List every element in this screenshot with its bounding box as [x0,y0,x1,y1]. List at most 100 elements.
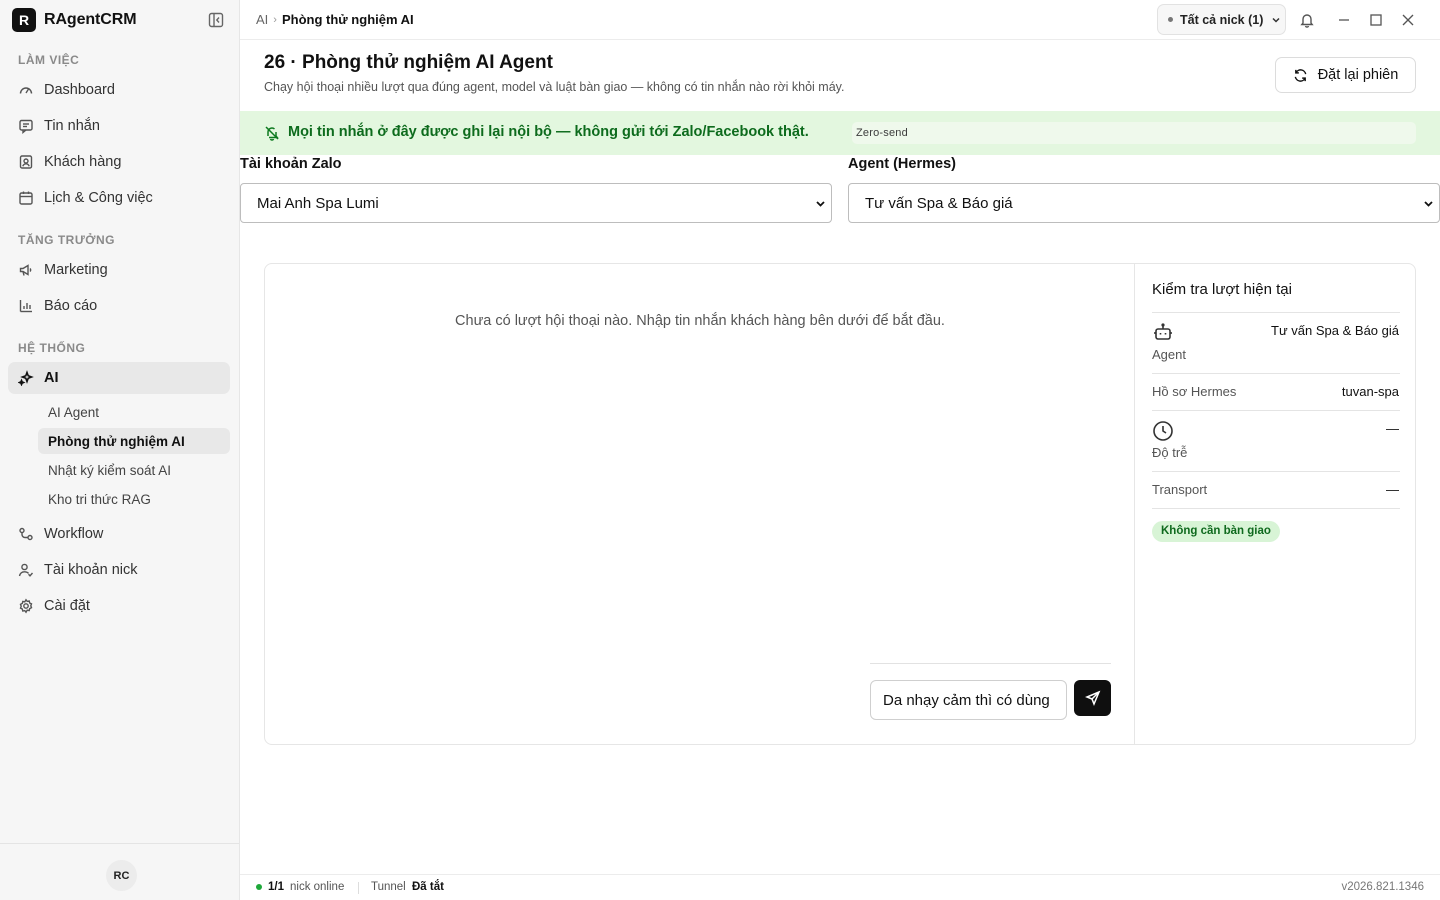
chat-card: Chưa có lượt hội thoại nào. Nhập tin nhắ… [264,263,1416,745]
section-title-growth: TĂNG TRƯỞNG [18,233,116,247]
nav-ai-rag[interactable]: Kho tri thức RAG [38,486,230,512]
bell-off-icon [264,125,280,141]
nav-ai-label: AI [44,370,59,386]
tunnel-label: Tunnel [371,881,406,893]
maximize-icon[interactable] [1368,12,1384,28]
zero-send-badge: Zero-send [852,122,1416,144]
contact-icon [18,154,34,170]
divider [1152,508,1400,509]
reset-session-label: Đặt lại phiên [1317,67,1399,83]
nick-filter-label: Tất cả nick (1) [1180,12,1264,27]
nav-messages-label: Tin nhắn [44,118,100,134]
message-icon [18,118,34,134]
empty-conversation-text: Chưa có lượt hội thoại nào. Nhập tin nhắ… [455,313,945,329]
online-count: 1/1 [268,881,284,893]
agent-row-value: Tư vấn Spa & Báo giá [1271,323,1399,338]
brand-logo: R [12,8,36,32]
nav-ai[interactable]: AI [8,362,230,394]
nav-reports[interactable]: Báo cáo [8,290,230,322]
section-title-system: HỆ THỐNG [18,341,86,355]
page-subtitle: Chạy hội thoại nhiều lượt qua đúng agent… [264,80,845,94]
nav-customers[interactable]: Khách hàng [8,146,230,178]
inspector-title: Kiểm tra lượt hiện tại [1152,281,1292,298]
nav-dashboard-label: Dashboard [44,82,115,98]
send-button[interactable] [1074,680,1111,716]
agent-row-label: Agent [1152,347,1186,362]
transport-row-value: — [1386,482,1399,497]
minimize-icon[interactable] [1336,12,1352,28]
breadcrumb-current: Phòng thử nghiệm AI [281,12,414,27]
turn-inspector-panel: Kiểm tra lượt hiện tại Agent Tư vấn Spa … [1134,264,1415,744]
handoff-status-badge: Không cần bàn giao [1152,521,1280,542]
refresh-icon [1294,68,1307,82]
latency-row-label: Độ trễ [1152,445,1188,460]
bell-icon[interactable] [1299,12,1315,28]
breadcrumb-separator-icon: › [273,13,277,26]
nav-ai-agent[interactable]: AI Agent [38,399,230,425]
close-icon[interactable] [1400,12,1416,28]
nav-accounts-label: Tài khoản nick [44,562,138,578]
zero-send-notice: Mọi tin nhắn ở đây được ghi lại nội bộ —… [240,111,1440,155]
profile-row-value: tuvan-spa [1341,384,1399,399]
message-input[interactable] [870,680,1067,720]
notice-text: Mọi tin nhắn ở đây được ghi lại nội bộ —… [288,124,809,140]
collapse-sidebar-icon[interactable] [207,11,225,29]
zalo-account-value: Mai Anh Spa Lumi [257,194,379,212]
agent-label: Agent (Hermes) [848,156,956,172]
nav-accounts[interactable]: Tài khoản nick [8,554,230,586]
gauge-icon [18,82,34,98]
workflow-icon [18,526,34,542]
divider [1152,373,1400,374]
status-bar: 1/1 nick online Tunnel Đã tắt v2026.821.… [240,874,1440,900]
nav-workflow-label: Workflow [44,526,104,542]
brand[interactable]: R RAgentCRM [12,8,137,32]
divider [1152,410,1400,411]
chevron-down-icon [1423,198,1434,209]
section-title-work: LÀM VIỆC [18,53,80,67]
send-icon [1084,690,1100,706]
sidebar: R RAgentCRM LÀM VIỆC Dashboard Tin nhắn … [0,0,240,900]
breadcrumb: AI › Phòng thử nghiệm AI [256,12,414,27]
nav-settings-label: Cài đặt [44,598,90,614]
divider [1152,312,1400,313]
zalo-account-select[interactable]: Mai Anh Spa Lumi [240,183,832,223]
reset-session-button[interactable]: Đặt lại phiên [1275,57,1416,93]
divider [358,882,359,894]
nav-marketing-label: Marketing [44,262,108,278]
agent-select[interactable]: Tư vấn Spa & Báo giá [848,183,1440,223]
nav-reports-label: Báo cáo [44,298,98,314]
brand-name: RAgentCRM [44,11,137,28]
nick-filter-select[interactable]: Tất cả nick (1) [1157,4,1286,35]
nav-calendar[interactable]: Lịch & Công việc [8,182,230,214]
nav-dashboard[interactable]: Dashboard [8,74,230,106]
nav-marketing[interactable]: Marketing [8,254,230,286]
page-title: 26 · Phòng thử nghiệm AI Agent [264,52,553,73]
clock-icon [1152,420,1174,442]
nav-ai-lab[interactable]: Phòng thử nghiệm AI [38,428,230,454]
tunnel-status: Đã tắt [412,881,444,893]
latency-row-value: — [1386,421,1399,436]
zalo-account-label: Tài khoản Zalo [240,156,342,172]
status-dot-icon [1168,17,1173,22]
chevron-down-icon [815,198,826,209]
agent-value: Tư vấn Spa & Báo giá [865,194,1013,212]
nav-workflow[interactable]: Workflow [8,518,230,550]
topbar: AI › Phòng thử nghiệm AI Tất cả nick (1) [240,0,1440,40]
megaphone-icon [18,262,34,278]
nav-messages[interactable]: Tin nhắn [8,110,230,142]
chevron-down-icon [1271,15,1281,25]
bar-chart-icon [18,298,34,314]
nav-ai-audit[interactable]: Nhật ký kiểm soát AI [38,457,230,483]
online-label: nick online [290,881,345,893]
profile-row-label: Hồ sơ Hermes [1152,384,1237,399]
sparkles-icon [18,370,34,386]
bot-icon [1152,322,1174,344]
nav-customers-label: Khách hàng [44,154,122,170]
gear-icon [18,598,34,614]
sidebar-footer: RC [0,843,239,900]
divider [1152,471,1400,472]
avatar[interactable]: RC [106,860,137,891]
nav-settings[interactable]: Cài đặt [8,590,230,622]
transport-row-label: Transport [1152,482,1208,497]
breadcrumb-parent[interactable]: AI [256,12,268,27]
